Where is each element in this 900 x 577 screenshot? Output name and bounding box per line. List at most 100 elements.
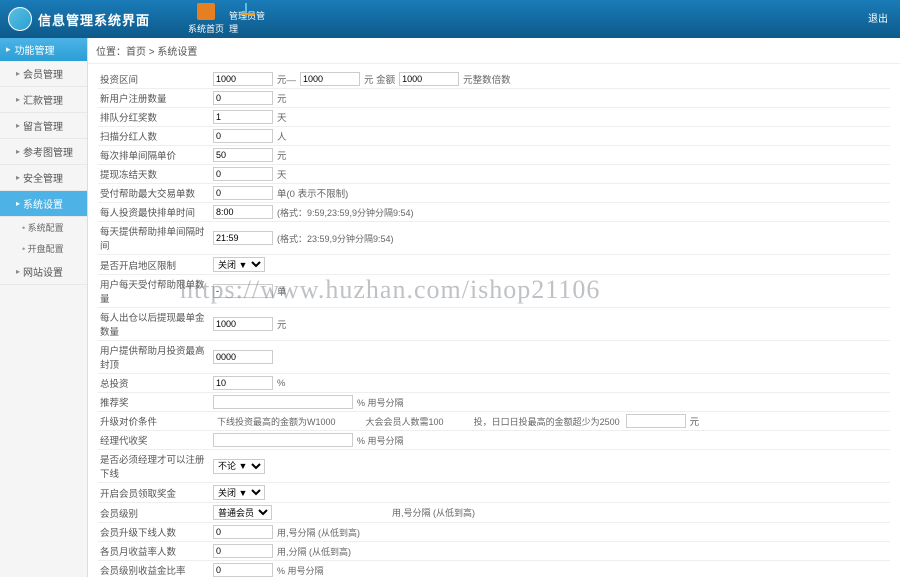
field-label: 提现冻结天数 [98, 167, 213, 181]
field-label: 用户每天受付帮助限单数量 [98, 277, 213, 305]
field-label: 排队分红奖数 [98, 110, 213, 124]
text-input[interactable] [213, 148, 273, 162]
unit-label: 元 [277, 148, 287, 162]
sidebar-item[interactable]: 汇款管理 [0, 87, 87, 113]
field-label: 经理代收奖 [98, 433, 213, 447]
field-label: 新用户注册数量 [98, 91, 213, 105]
number-input[interactable] [213, 72, 273, 86]
field-label: 升级对价条件 [98, 414, 213, 428]
text-input[interactable] [213, 129, 273, 143]
form-row: 会员级别收益金比率 % 用号分隔 [98, 561, 890, 577]
field-label: 推荐奖 [98, 395, 213, 409]
form-row: 是否开启地区限制关闭 ▼ [98, 255, 890, 275]
sidebar-subitem[interactable]: 开盘配置 [0, 238, 87, 259]
sidebar-subitem[interactable]: 系统配置 [0, 217, 87, 238]
toolbar-home[interactable]: 系统首页 [185, 3, 227, 35]
text-input[interactable] [213, 284, 273, 298]
field-label: 会员升级下线人数 [98, 525, 213, 539]
form-row: 受付帮助最大交易单数单(0 表示不限制) [98, 184, 890, 203]
unit-label: 元 [690, 414, 700, 428]
exit-link[interactable]: 退出 [868, 10, 888, 25]
form-row: 会员升级下线人数 用,号分隔 (从低到高) [98, 523, 890, 542]
form-row: 排队分红奖数 天 [98, 108, 890, 127]
unit-label: 元整数倍数 [463, 72, 511, 86]
text: 投，日口日投最高的金额超少为2500 [474, 415, 620, 428]
hint-text: % 用号分隔 [277, 564, 324, 577]
text-input[interactable] [213, 433, 353, 447]
text-input[interactable] [213, 376, 273, 390]
text-input[interactable] [213, 205, 273, 219]
text-input[interactable] [213, 317, 273, 331]
field-label: 会员级别 [98, 506, 213, 520]
field-label: 每人投资最快排单时间 [98, 205, 213, 219]
text-input[interactable] [213, 563, 273, 577]
number-input[interactable] [626, 414, 686, 428]
text-input[interactable] [213, 525, 273, 539]
text: 下线投资最高的金额为W1000 [217, 415, 336, 428]
form-row: 各员月收益率人数 用,分隔 (从低到高) [98, 542, 890, 561]
text: 大会会员人数需100 [366, 415, 444, 428]
form-row: 每次排单间隔单价 元 [98, 146, 890, 165]
text-input[interactable] [213, 91, 273, 105]
text-input[interactable] [213, 395, 353, 409]
field-label: 每天提供帮助排单间隔时间 [98, 224, 213, 252]
unit-label: 元— [277, 72, 296, 86]
sidebar-header: 功能管理 [0, 38, 87, 61]
sidebar-item[interactable]: 留言管理 [0, 113, 87, 139]
sidebar-item[interactable]: 系统设置 [0, 191, 87, 217]
select-input[interactable]: 关闭 ▼ [213, 257, 265, 272]
text-input[interactable] [213, 231, 273, 245]
form-row: 总投资% [98, 374, 890, 393]
number-input[interactable] [399, 72, 459, 86]
text-input[interactable] [213, 167, 273, 181]
unit-label: 单 [277, 284, 287, 298]
breadcrumb: 位置：首页 > 系统设置 [88, 38, 900, 64]
text-input[interactable] [213, 110, 273, 124]
hint-text: 用,分隔 (从低到高) [277, 545, 351, 558]
field-label: 每次排单间隔单价 [98, 148, 213, 162]
toolbar: 系统首页 管理员管理 [185, 3, 271, 35]
system-title: 信息管理系统界面 [38, 10, 150, 29]
unit-label: 天 [277, 110, 287, 124]
unit-label: 元 [277, 317, 287, 331]
hint-text: % 用号分隔 [357, 396, 404, 409]
sidebar-item[interactable]: 安全管理 [0, 165, 87, 191]
field-label: 是否必须经理才可以注册下线 [98, 452, 213, 480]
form-row: 每人投资最快排单时间(格式：9:59,23:59,9分钟分隔9:54) [98, 203, 890, 222]
home-icon [197, 3, 215, 20]
number-input[interactable] [300, 72, 360, 86]
form-row: 会员级别普通会员用,号分隔 (从低到高) [98, 503, 890, 523]
sidebar-item[interactable]: 网站设置 [0, 259, 87, 285]
select-input[interactable]: 关闭 ▼ [213, 485, 265, 500]
sidebar-item[interactable]: 参考图管理 [0, 139, 87, 165]
hint-text: (格式：23:59,9分钟分隔9:54) [277, 232, 394, 245]
field-label: 开启会员领取奖金 [98, 486, 213, 500]
toolbar-admin[interactable]: 管理员管理 [229, 3, 271, 35]
field-label: 会员级别收益金比率 [98, 563, 213, 577]
sidebar-item[interactable]: 会员管理 [0, 61, 87, 87]
form-row: 投资区间 元— 元 金额 元整数倍数 [98, 70, 890, 89]
select-input[interactable]: 普通会员 [213, 505, 272, 520]
unit-label: 元 [277, 91, 287, 105]
unit-label: 人 [277, 129, 287, 143]
field-label: 是否开启地区限制 [98, 258, 213, 272]
hint-text: 用,号分隔 (从低到高) [277, 526, 360, 539]
form-row: 用户每天受付帮助限单数量 单 [98, 275, 890, 308]
form-row: 扫描分红人数 人 [98, 127, 890, 146]
field-label: 各员月收益率人数 [98, 544, 213, 558]
field-label: 扫描分红人数 [98, 129, 213, 143]
admin-icon [241, 3, 259, 7]
field-label: 投资区间 [98, 72, 213, 86]
unit-label: 单(0 表示不限制) [277, 186, 348, 200]
logo-area: 信息管理系统界面 [8, 7, 150, 31]
text-input[interactable] [213, 186, 273, 200]
settings-form: 投资区间元—元 金额元整数倍数新用户注册数量元排队分红奖数天扫描分红人数人每次排… [88, 64, 900, 577]
form-row: 是否必须经理才可以注册下线不论 ▼ [98, 450, 890, 483]
unit-label: 元 金额 [364, 72, 395, 86]
select-input[interactable]: 不论 ▼ [213, 459, 265, 474]
text-input[interactable] [213, 544, 273, 558]
form-row: 提现冻结天数天 [98, 165, 890, 184]
header: 信息管理系统界面 系统首页 管理员管理 退出 [0, 0, 900, 38]
text-input[interactable] [213, 350, 273, 364]
form-row: 每人出仓以后提现最单金数量元 [98, 308, 890, 341]
